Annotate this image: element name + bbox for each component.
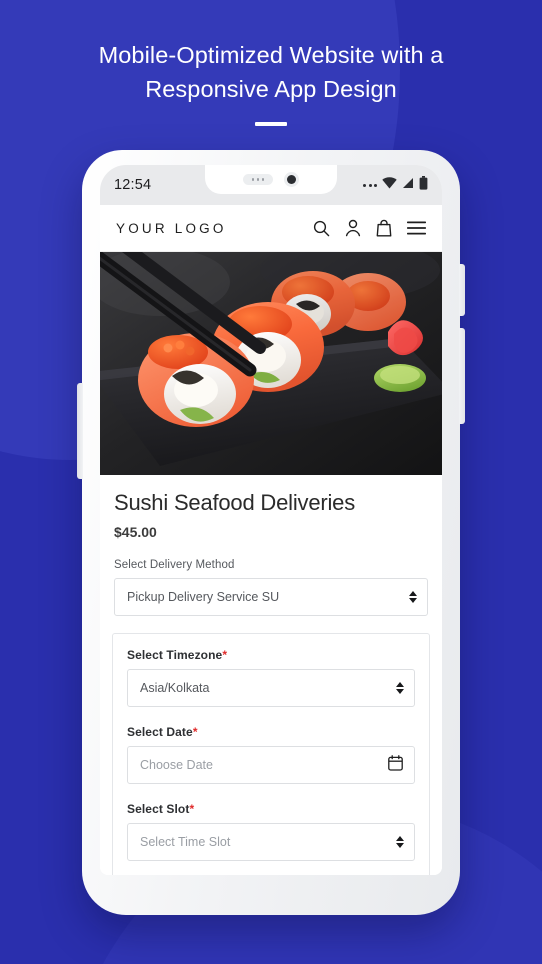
product-title: Sushi Seafood Deliveries — [114, 490, 356, 515]
date-label-text: Select Date — [127, 725, 193, 739]
timezone-select[interactable]: Asia/Kolkata — [127, 669, 415, 707]
timezone-value: Asia/Kolkata — [140, 681, 210, 695]
more-dots-icon — [363, 183, 377, 187]
status-bar-icons — [363, 175, 428, 195]
product-hero-image — [100, 252, 442, 475]
slot-label-text: Select Slot — [127, 802, 190, 816]
phone-volume-down-button[interactable] — [459, 328, 465, 424]
battery-icon — [419, 175, 428, 195]
account-icon[interactable] — [345, 219, 361, 237]
headline-line-2: Responsive App Design — [145, 76, 397, 102]
app-header-actions — [313, 219, 426, 237]
slot-value: Select Time Slot — [140, 835, 231, 849]
headline-underline-accent — [255, 122, 287, 126]
page-content: Sushi Seafood Deliveries $45.00 Select D… — [100, 252, 442, 875]
hamburger-menu-icon[interactable] — [407, 221, 426, 235]
phone-notch — [205, 165, 337, 194]
date-label: Select Date* — [127, 725, 415, 739]
delivery-method-label: Select Delivery Method — [114, 559, 235, 571]
delivery-method-select[interactable]: Pickup Delivery Service SU — [114, 578, 428, 616]
front-camera-icon — [284, 172, 299, 187]
wifi-icon — [382, 176, 397, 194]
select-chevron-icon — [409, 591, 417, 603]
timezone-label-text: Select Timezone — [127, 648, 223, 662]
phone-power-button[interactable] — [77, 383, 83, 479]
slot-label: Select Slot* — [127, 802, 415, 816]
delivery-method-value: Pickup Delivery Service SU — [127, 590, 280, 604]
status-bar-clock: 12:54 — [114, 177, 152, 193]
headline-line-1: Mobile-Optimized Website with a — [98, 42, 444, 68]
product-details: Sushi Seafood Deliveries $45.00 Select D… — [100, 475, 442, 616]
phone-volume-up-button[interactable] — [459, 264, 465, 316]
phone-screen: 12:54 YOUR LOGO Sushi Seafood Deliveries… — [100, 165, 442, 875]
select-chevron-icon — [396, 836, 404, 848]
timezone-label: Select Timezone* — [127, 648, 415, 662]
search-icon[interactable] — [313, 220, 330, 237]
required-marker: * — [192, 725, 198, 739]
product-price: $45.00 — [114, 524, 157, 540]
shopping-bag-icon[interactable] — [376, 219, 392, 237]
slot-select[interactable]: Select Time Slot — [127, 823, 415, 861]
status-bar: 12:54 — [100, 165, 442, 205]
promo-headline: Mobile-Optimized Website with a Responsi… — [0, 38, 542, 106]
required-marker: * — [189, 802, 195, 816]
calendar-icon[interactable] — [388, 754, 403, 776]
app-header: YOUR LOGO — [100, 205, 442, 252]
cellular-signal-icon — [402, 176, 414, 194]
booking-form-card: Select Timezone* Asia/Kolkata Select Dat… — [112, 633, 430, 875]
speaker-grille-icon — [243, 174, 273, 185]
brand-logo[interactable]: YOUR LOGO — [116, 221, 227, 236]
promo-headline-block: Mobile-Optimized Website with a Responsi… — [0, 38, 542, 126]
date-picker-input[interactable]: Choose Date — [127, 746, 415, 784]
date-placeholder: Choose Date — [140, 758, 213, 772]
required-marker: * — [222, 648, 228, 662]
select-chevron-icon — [396, 682, 404, 694]
phone-mockup: 12:54 YOUR LOGO Sushi Seafood Deliveries… — [77, 150, 465, 915]
